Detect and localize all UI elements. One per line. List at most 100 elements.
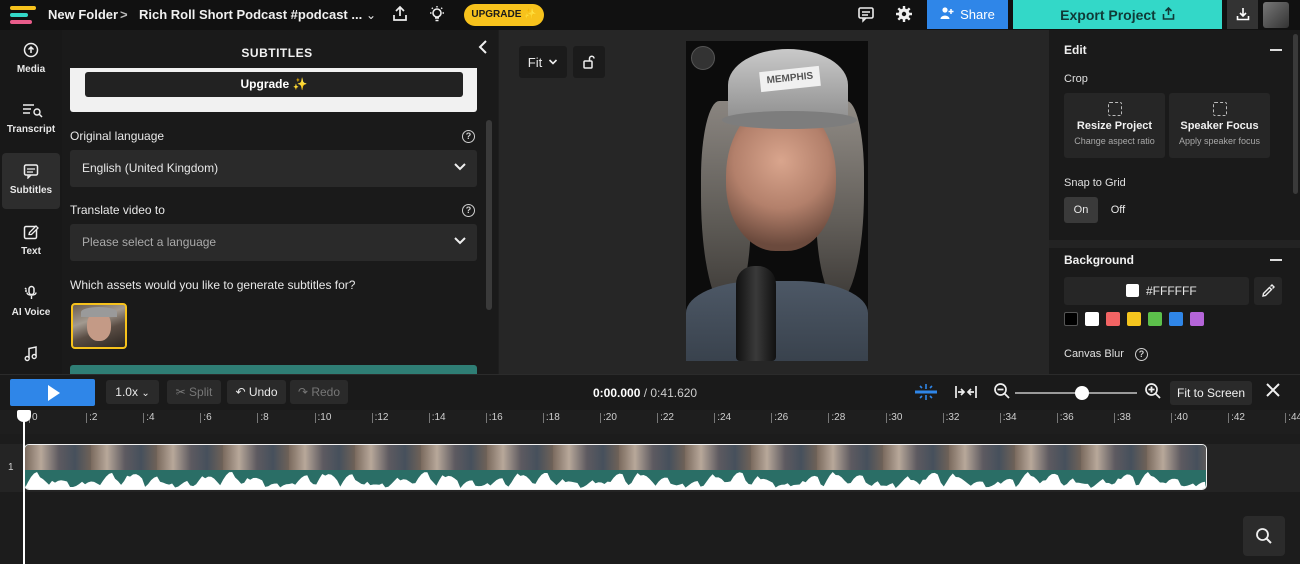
download-button[interactable]: [1227, 0, 1258, 29]
ruler-tick: :42: [1228, 412, 1245, 423]
rail-item-transcript[interactable]: Transcript: [2, 92, 60, 148]
section-divider: [1049, 240, 1300, 248]
background-title: Background: [1064, 253, 1135, 267]
share-label: Share: [960, 7, 995, 22]
upload-icon: [22, 42, 40, 60]
ruler-tick: :16: [485, 412, 503, 423]
search-icon: [1256, 528, 1272, 544]
video-preview[interactable]: MEMPHIS: [686, 41, 868, 361]
fit-dropdown[interactable]: Fit: [519, 46, 567, 78]
fit-arrows-icon[interactable]: [953, 382, 979, 402]
snap-on-button[interactable]: On: [1064, 197, 1098, 223]
ruler-tick: :40: [1171, 412, 1188, 423]
original-language-label: Original language: [70, 129, 165, 143]
swatch-black[interactable]: [1064, 312, 1078, 326]
eyedropper-button[interactable]: [1254, 277, 1282, 305]
speaker-sub: Apply speaker focus: [1178, 136, 1261, 146]
waveform-path: [25, 472, 1206, 489]
rail-item-media[interactable]: Media: [2, 32, 60, 88]
ruler-tick: :4: [143, 412, 155, 423]
ruler-tick: :28: [828, 412, 846, 423]
snap-magnet-icon[interactable]: [913, 382, 939, 402]
ruler-tick: 0: [29, 412, 38, 423]
generate-subtitles-button[interactable]: [70, 365, 477, 374]
ruler-tick: :36: [1056, 412, 1074, 423]
edit-panel-scrollbar[interactable]: [1293, 34, 1298, 194]
unlock-icon: [583, 55, 595, 69]
resize-icon: [1107, 102, 1122, 116]
background-color-field[interactable]: #FFFFFF: [1064, 277, 1249, 305]
avatar[interactable]: [1263, 2, 1289, 28]
timeline-tracks: 1: [0, 434, 1300, 564]
speaker-focus-card[interactable]: Speaker Focus Apply speaker focus: [1169, 93, 1270, 158]
rail-label: Media: [16, 64, 46, 75]
zoom-out-icon[interactable]: [992, 382, 1012, 402]
zoom-slider-handle[interactable]: [1075, 386, 1090, 400]
playhead[interactable]: [23, 410, 25, 564]
export-project-button[interactable]: Export Project: [1013, 0, 1222, 29]
asset-thumbnail[interactable]: [71, 303, 127, 349]
undo-button[interactable]: ↶ Undo: [227, 380, 286, 404]
gear-icon[interactable]: [894, 5, 914, 25]
rail-item-subtitles[interactable]: Subtitles: [2, 153, 60, 209]
swatch-purple[interactable]: [1190, 312, 1204, 326]
edit-title: Edit: [1064, 43, 1087, 57]
subtitles-panel: SUBTITLES Upgrade ✨ Original language ? …: [62, 30, 498, 374]
chevron-left-icon[interactable]: [474, 40, 492, 58]
rail-label: Subtitles: [9, 185, 53, 196]
speed-dropdown[interactable]: 1.0x ⌄: [106, 380, 159, 404]
video-clip[interactable]: [24, 444, 1207, 490]
timeline-ruler[interactable]: 0:2:4:6:8:10:12:14:16:18:20:22:24:26:28:…: [0, 410, 1300, 434]
track-number: 1: [8, 462, 14, 473]
help-icon[interactable]: ?: [462, 130, 475, 143]
translate-language-select[interactable]: Please select a language: [70, 224, 477, 261]
chevron-down-icon[interactable]: ⌄: [361, 5, 381, 25]
search-button[interactable]: [1243, 516, 1285, 556]
rail-item-ai-voice[interactable]: AI Voice: [2, 275, 60, 331]
swatch-white[interactable]: [1085, 312, 1099, 326]
split-button[interactable]: ✂ Split: [167, 380, 221, 404]
clip-thumbnails: [25, 445, 1206, 470]
share-button[interactable]: Share: [927, 0, 1008, 29]
microphone-image: [736, 266, 776, 361]
panel-scrollbar[interactable]: [486, 120, 492, 310]
unlock-button[interactable]: [573, 46, 605, 78]
zoom-in-icon[interactable]: [1143, 382, 1163, 402]
resize-project-card[interactable]: Resize Project Change aspect ratio: [1064, 93, 1165, 158]
chevron-down-icon: [453, 159, 467, 176]
minimize-icon[interactable]: [1270, 259, 1282, 261]
editor-app: New Folder > Rich Roll Short Podcast #po…: [0, 0, 1300, 564]
ruler-tick: :18: [542, 412, 560, 423]
swatch-red[interactable]: [1106, 312, 1120, 326]
play-button[interactable]: [10, 379, 95, 406]
help-icon[interactable]: ?: [1135, 348, 1148, 361]
ruler-tick: :2: [85, 412, 98, 423]
color-preview: [1126, 284, 1139, 297]
swatch-blue[interactable]: [1169, 312, 1183, 326]
project-title[interactable]: Rich Roll Short Podcast #podcast ...: [139, 7, 362, 22]
time-display: 0:00.000 / 0:41.620: [593, 386, 697, 400]
redo-button[interactable]: ↷ Redo: [290, 380, 348, 404]
app-logo[interactable]: [10, 6, 36, 24]
rail-item-text[interactable]: Text: [2, 214, 60, 270]
minimize-icon[interactable]: [1270, 49, 1282, 51]
export-label: Export Project: [1060, 6, 1156, 23]
swatch-green[interactable]: [1148, 312, 1162, 326]
upgrade-button[interactable]: UPGRADE ✨: [464, 4, 544, 26]
original-language-select[interactable]: English (United Kingdom): [70, 150, 477, 187]
edit-panel: Edit Crop Resize Project Change aspect r…: [1049, 30, 1300, 374]
breadcrumb-folder[interactable]: New Folder: [48, 7, 118, 22]
chevron-down-icon: ⌄: [141, 388, 150, 399]
share-upload-icon[interactable]: [390, 5, 410, 25]
help-icon[interactable]: ?: [462, 204, 475, 217]
close-icon[interactable]: [1262, 381, 1284, 403]
upgrade-subtitles-button[interactable]: Upgrade ✨: [85, 72, 463, 97]
snap-off-button[interactable]: Off: [1101, 197, 1135, 223]
swatch-yellow[interactable]: [1127, 312, 1141, 326]
channel-logo: [691, 46, 715, 70]
lightbulb-icon[interactable]: [427, 5, 447, 25]
ruler-tick: :6: [200, 412, 212, 423]
fit-to-screen-button[interactable]: Fit to Screen: [1170, 381, 1252, 405]
panel-title: SUBTITLES: [241, 46, 313, 60]
comments-icon[interactable]: [856, 5, 876, 25]
